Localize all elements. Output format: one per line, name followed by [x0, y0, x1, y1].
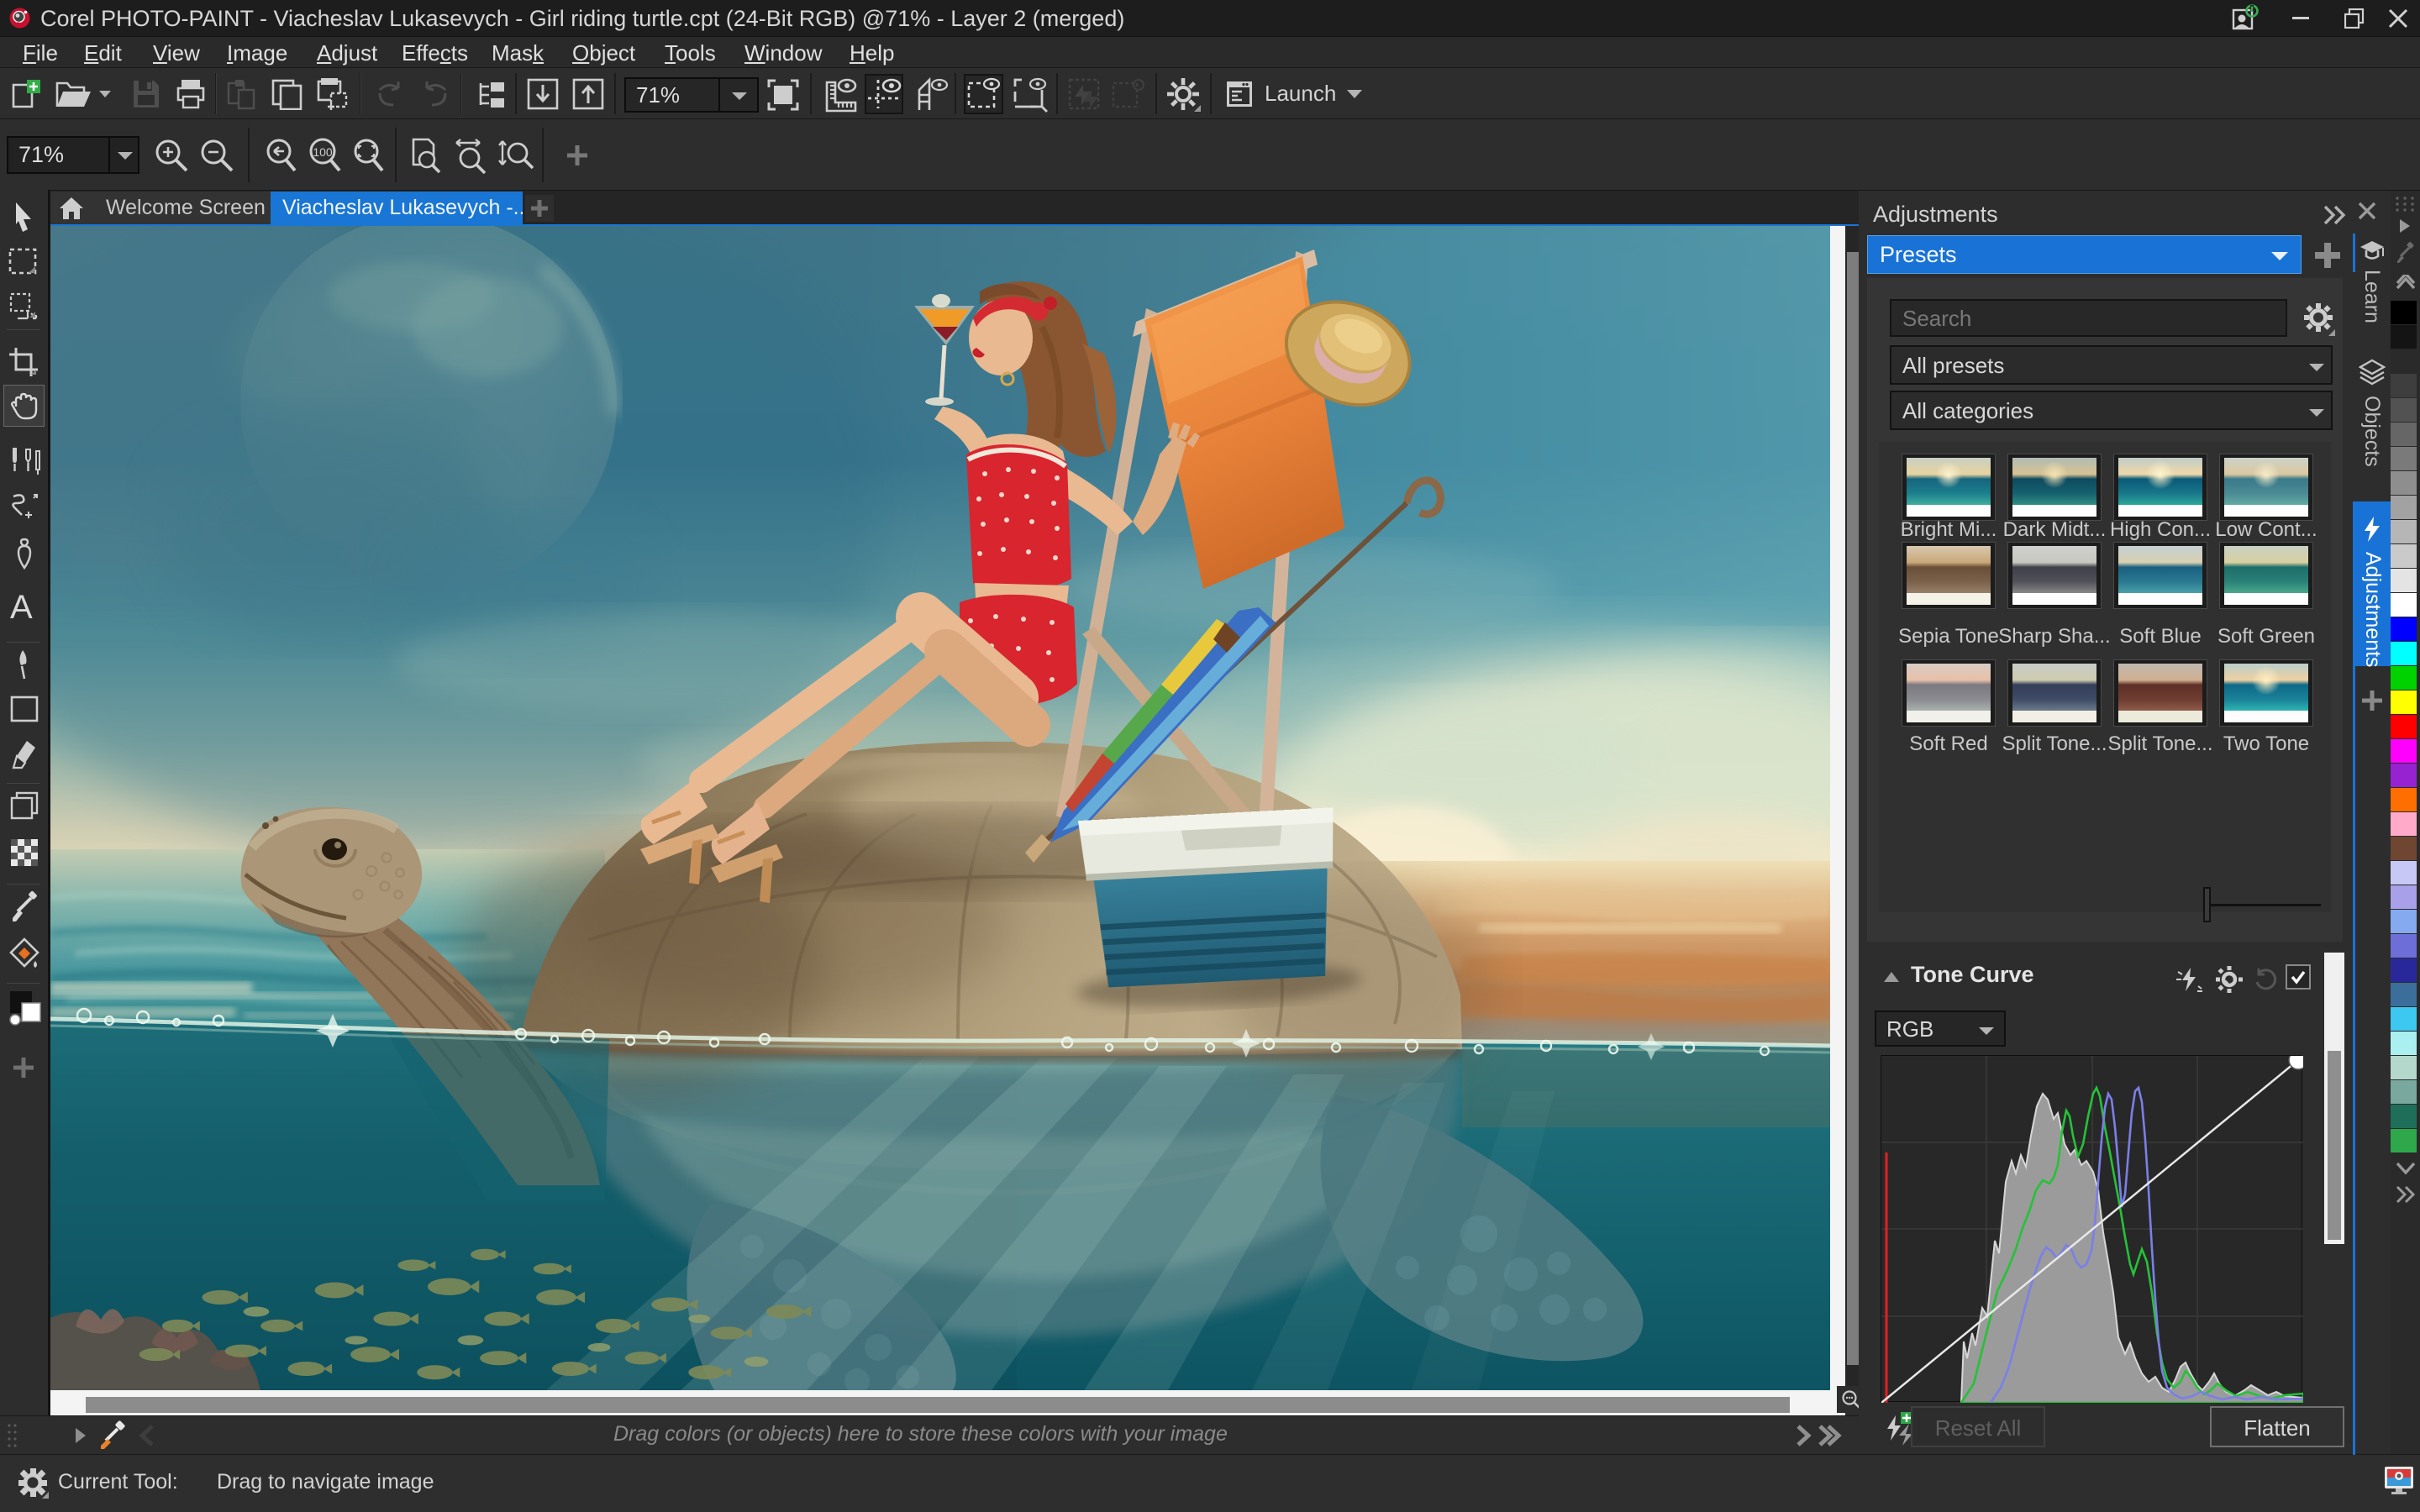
svg-text:100: 100 [313, 145, 333, 159]
